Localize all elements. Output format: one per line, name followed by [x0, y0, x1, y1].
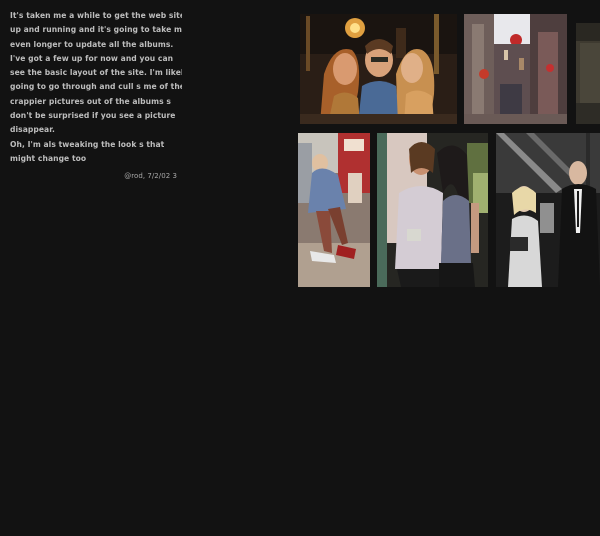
photo-group-kiss[interactable] [300, 14, 457, 124]
blog-line: going to go through and cull s me of the [10, 82, 182, 92]
blog-line: even longer to update all the albums. [10, 39, 174, 49]
photo-icon [377, 133, 488, 287]
blog-line: see the basic layout of the site. I'm li… [10, 68, 182, 78]
blog-line: crappier pictures out of the albums s [10, 96, 171, 106]
photo-party-couple[interactable] [496, 133, 600, 287]
blog-line: don't be surprised if you see a picture [10, 111, 176, 121]
blog-line: It's taken me a while to get the web sit… [10, 11, 182, 20]
photo-two-women[interactable] [377, 133, 488, 287]
photo-edge-crop[interactable] [576, 23, 600, 124]
photo-gallery [297, 10, 600, 290]
blog-line: Oh, I'm als tweaking the look s that [10, 139, 165, 149]
photo-icon [300, 14, 457, 124]
photo-street-walker[interactable] [298, 133, 370, 287]
blog-post: It's taken me a while to get the web sit… [10, 9, 182, 184]
blog-line: I've got a few up for now and you can [10, 53, 174, 63]
photo-icon [576, 23, 600, 124]
blog-line: might change too [10, 153, 87, 163]
photo-icon [496, 133, 600, 287]
photo-icon [298, 133, 370, 287]
blog-line: up and running and it's going to take me [10, 25, 182, 35]
photo-street-lanterns[interactable] [464, 14, 567, 124]
photo-icon [464, 14, 567, 124]
blog-line: disappear. [10, 125, 55, 135]
post-signature: @rod, 7/2/02 3 [124, 172, 177, 181]
